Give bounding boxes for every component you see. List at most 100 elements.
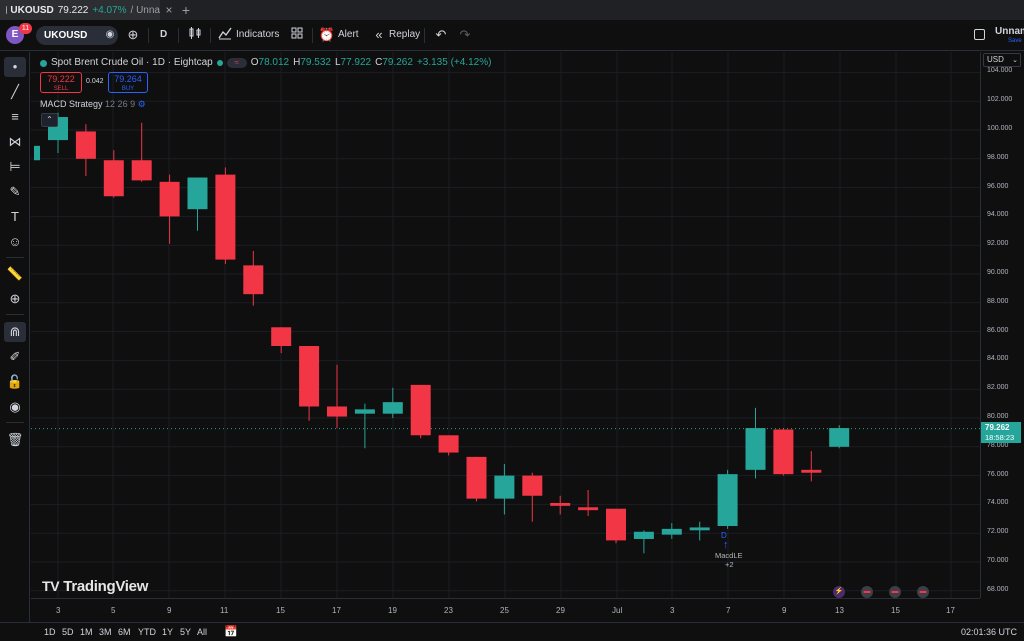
magnet-icon[interactable]: ⋒ [4, 322, 26, 342]
range-button-5y[interactable]: 5Y [180, 627, 191, 637]
candlestick-chart[interactable]: D ↑ MacdLE +2 [31, 52, 980, 598]
candle-body [327, 406, 347, 417]
range-button-1m[interactable]: 1M [80, 627, 93, 637]
currency-select[interactable]: USD ⌄ [983, 53, 1021, 67]
price-tick-label: 88.000 [987, 297, 1009, 305]
buy-button[interactable]: 79.264 BUY [108, 72, 148, 93]
candle [187, 177, 208, 231]
buy-price: 79.264 [114, 74, 142, 84]
range-button-ytd[interactable]: YTD [138, 627, 156, 637]
us-flag-event-icon[interactable]: ▬ [889, 586, 901, 598]
top-toolbar: E 11 UKOUSD ◉ ⊕ D Indicators ⏰ Alert « R… [0, 20, 1024, 51]
undo-icon[interactable]: ↶ [432, 26, 450, 44]
price-axis[interactable] [980, 52, 1024, 598]
stay-in-drawing-icon[interactable]: ✐ [4, 347, 26, 367]
calendar-icon[interactable]: 📅 [224, 625, 238, 638]
fib-retracement-icon[interactable]: ≡ [4, 107, 26, 127]
ruler-icon[interactable]: 📏 [4, 264, 26, 284]
cursor-dot-icon[interactable]: • [4, 57, 26, 77]
candle-body [633, 531, 654, 539]
candle-body [550, 502, 571, 506]
lock-icon[interactable]: 🔓 [4, 372, 26, 392]
tab-rest: / Unna [130, 4, 160, 16]
range-button-1d[interactable]: 1D [44, 627, 56, 637]
candle-body [745, 428, 766, 470]
indicators-icon[interactable] [216, 26, 234, 44]
signal-label: MacdLE [715, 551, 743, 560]
indicator-legend[interactable]: MACD Strategy 12 26 9 ⚙ [40, 99, 146, 110]
bar-countdown: 18:58:23 [985, 433, 1015, 442]
new-tab-icon[interactable]: + [178, 2, 194, 18]
browser-tab-bar: UKOUSD 79.222 +4.07% / Unna × + [0, 0, 1024, 20]
collapse-legend-icon[interactable]: ⌃ [41, 113, 58, 127]
settings-icon[interactable]: ⚙ [138, 99, 146, 109]
eye-icon[interactable]: ◉ [4, 397, 26, 417]
close-value: 79.262 [382, 57, 413, 68]
price-tick-label: 94.000 [987, 211, 1009, 219]
emoji-icon[interactable]: ☺ [4, 232, 26, 252]
save-label[interactable]: Save [1008, 38, 1022, 44]
add-symbol-icon[interactable]: ⊕ [124, 26, 142, 44]
candle-body [271, 327, 292, 346]
candles-icon [189, 27, 201, 39]
range-button-1y[interactable]: 1Y [162, 627, 173, 637]
brush-icon[interactable]: ✎ [4, 182, 26, 202]
buy-label: BUY [121, 86, 135, 92]
pattern-icon[interactable]: ⋈ [4, 132, 26, 152]
lightning-event-icon[interactable]: ⚡ [833, 586, 845, 598]
candle [717, 469, 738, 529]
utc-clock[interactable]: 02:01:36 UTC [961, 627, 1017, 637]
fullscreen-icon[interactable] [974, 29, 985, 40]
chevron-down-icon: ⌄ [1012, 57, 1018, 64]
candle-body [494, 475, 515, 499]
candle-body [299, 346, 320, 407]
replay-button[interactable]: Replay [389, 26, 420, 44]
range-button-3m[interactable]: 3M [99, 627, 112, 637]
indicators-button[interactable]: Indicators [236, 26, 279, 44]
zoom-in-icon[interactable]: ⊕ [4, 289, 26, 309]
compare-icon[interactable]: ◉ [101, 26, 119, 44]
replay-icon[interactable]: « [370, 26, 388, 44]
time-tick-label: 25 [500, 606, 509, 615]
layout-name[interactable]: Unnam [995, 26, 1024, 37]
trash-icon[interactable]: 🗑 [4, 430, 26, 450]
price-tick-label: 92.000 [987, 240, 1009, 248]
price-tick-label: 96.000 [987, 182, 1009, 190]
candles-chart-type-icon[interactable] [186, 26, 204, 44]
candle-body [689, 527, 710, 531]
chart-pane[interactable]: D ↑ MacdLE +2 [31, 52, 980, 598]
projection-icon[interactable]: ⊨ [4, 157, 26, 177]
templates-grid-icon[interactable] [288, 26, 306, 44]
wave-icon: ≈ [226, 58, 247, 68]
interval-button[interactable]: D [160, 26, 167, 44]
symbol-label: UKOUSD [44, 30, 88, 41]
range-button-6m[interactable]: 6M [118, 627, 131, 637]
price-tick-label: 100.000 [987, 125, 1013, 132]
separator [210, 28, 211, 43]
us-flag-event-icon[interactable]: ▬ [861, 586, 873, 598]
candle [354, 403, 375, 449]
price-tick-label: 72.000 [987, 528, 1009, 536]
redo-icon[interactable]: ↷ [456, 26, 474, 44]
candle-body [522, 475, 543, 496]
browser-tab[interactable]: UKOUSD 79.222 +4.07% / Unna [0, 0, 160, 20]
text-tool-icon[interactable]: T [4, 207, 26, 227]
separator [148, 28, 149, 43]
trend-line-icon[interactable]: ╱ [4, 82, 26, 102]
candle-body [382, 402, 403, 414]
grid-icon [291, 27, 303, 39]
alarm-clock-icon[interactable]: ⏰ [318, 26, 336, 44]
candle [271, 327, 292, 354]
close-tab-icon[interactable]: × [162, 3, 176, 17]
range-button-5d[interactable]: 5D [62, 627, 74, 637]
chart-title[interactable]: Spot Brent Crude Oil · 1D · Eightcap [51, 56, 213, 70]
range-button-all[interactable]: All [197, 627, 207, 637]
candle [633, 530, 654, 554]
alert-button[interactable]: Alert [338, 26, 359, 44]
candle [382, 387, 403, 418]
indicator-name: MACD Strategy [40, 99, 103, 109]
us-flag-event-icon[interactable]: ▬ [917, 586, 929, 598]
sell-button[interactable]: 79.222 SELL [40, 72, 82, 93]
tradingview-logo[interactable]: TV TradingView [42, 578, 148, 595]
price-tick-label: 86.000 [987, 326, 1009, 334]
